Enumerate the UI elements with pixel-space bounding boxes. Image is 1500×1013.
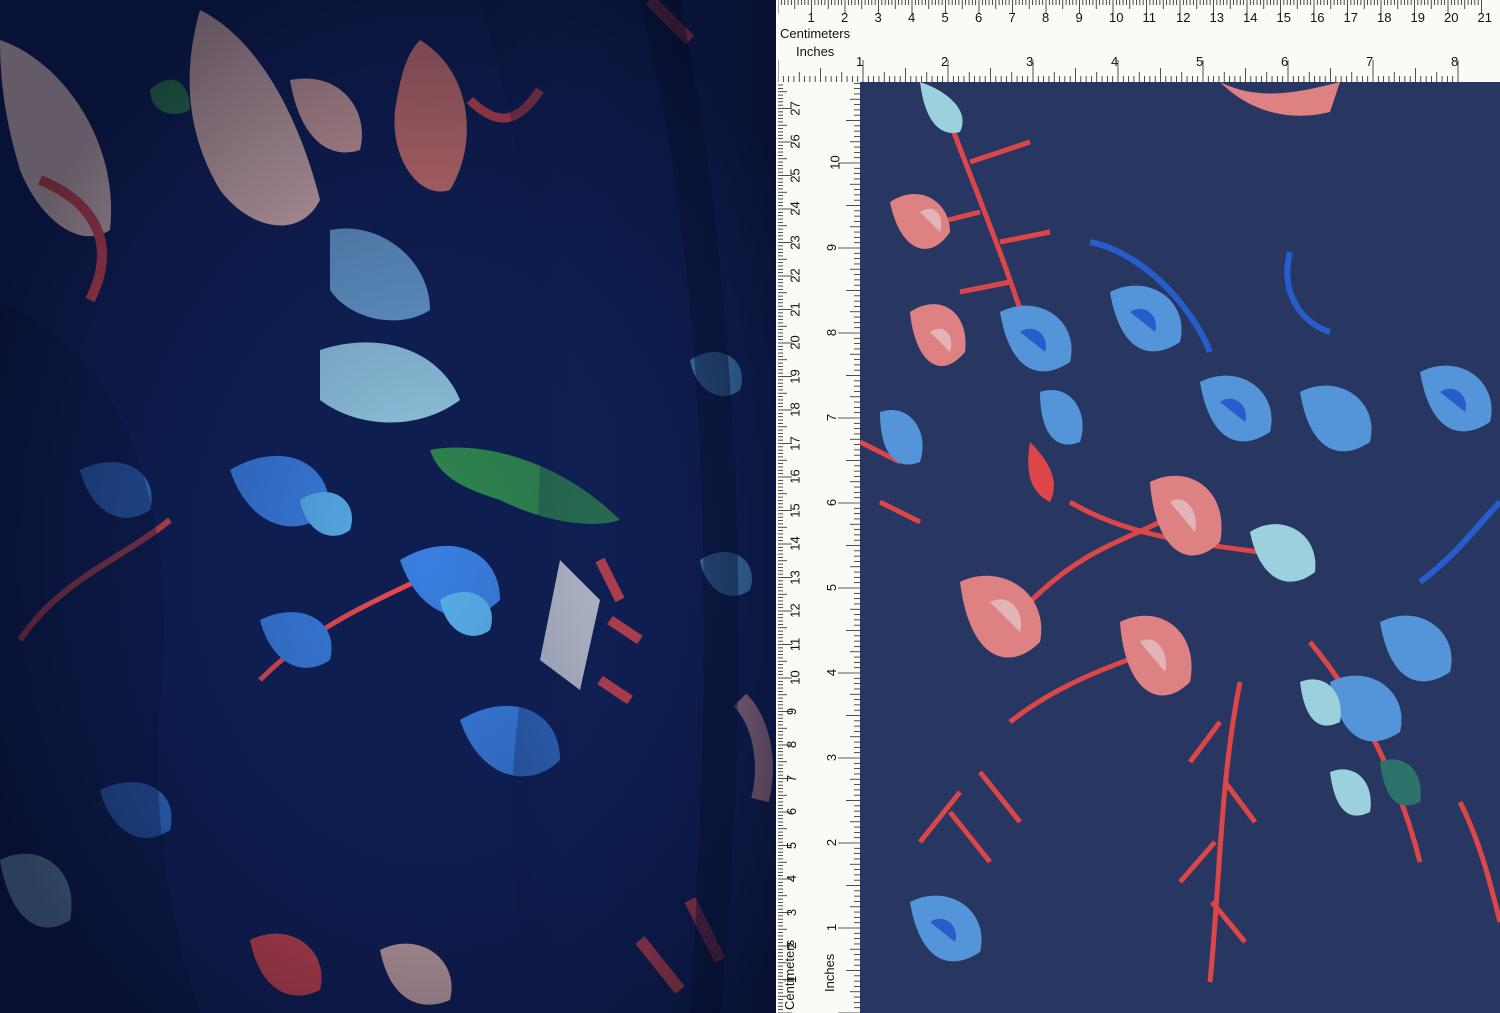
ruler-side-cm-number: 3 [784, 908, 800, 916]
ruler-side-cm-number: 5 [784, 841, 800, 849]
ruler-in-label-side: Inches [822, 953, 837, 992]
ruler-side-cm-number: 24 [787, 201, 803, 216]
ruler-side-cm-number: 7 [784, 774, 800, 782]
ruler-side-in-number: 1 [824, 923, 840, 932]
ruler-cm-label-top: Centimeters [780, 26, 851, 41]
ruler-side-cm-number: 10 [787, 670, 803, 685]
ruler-side-in-number: 2 [824, 838, 840, 847]
ruler-top-in-number: 7 [1366, 54, 1374, 69]
ruler-side: 27 26 25 24 23 22 21 20 19 18 17 16 15 14 13 12 11 10 9 8 7 6… [778, 82, 861, 1013]
ruler-side-cm-number: 11 [787, 637, 803, 651]
ruler-top-cm-number: 2 [841, 10, 849, 25]
ruler-side-cm-number: 6 [784, 807, 800, 816]
ruler-top-cm-number: 5 [941, 10, 949, 25]
ruler-side-cm-number: 16 [787, 469, 803, 484]
ruler-top-cm-number: 10 [1109, 10, 1124, 25]
ruler-side-in-number: 9 [824, 243, 840, 252]
ruler-side-cm-number: 21 [787, 301, 803, 317]
ruler-side-in-number: 6 [824, 498, 840, 507]
ruler-top-cm-number: 6 [975, 10, 983, 25]
ruler-top-cm-number: 11 [1142, 10, 1157, 25]
ruler-top-cm-number: 3 [874, 10, 882, 25]
ruler-top-cm-number: 16 [1310, 10, 1325, 25]
ruler-side-in-number: 4 [824, 668, 840, 677]
ruler-side-cm-number: 23 [787, 234, 803, 250]
ruler-top-in-number: 6 [1281, 54, 1289, 69]
ruler-top-cm-number: 15 [1276, 10, 1291, 25]
ruler-side-cm-number: 8 [784, 740, 800, 749]
ruler-top-cm-number: 12 [1176, 10, 1191, 25]
flat-fabric-art [860, 82, 1500, 1013]
ruler-top-cm-number: 7 [1008, 10, 1016, 25]
ruler-top-in-number: 4 [1111, 54, 1119, 69]
ruler-side-cm-number: 4 [784, 874, 800, 883]
ruler-top-cm-number: 17 [1343, 10, 1358, 25]
ruler-top-in-number: 2 [941, 54, 949, 69]
ruler-top-in-number: 8 [1451, 54, 1459, 69]
ruler-in-label-top: Inches [796, 44, 835, 59]
ruler-top-in-number: 5 [1196, 54, 1204, 69]
ruler-side-in-number: 7 [824, 413, 840, 422]
ruler-side-in-number: 10 [827, 155, 843, 170]
ruler-top-cm-number: 9 [1075, 10, 1083, 25]
ruler-top-cm-number: 8 [1042, 10, 1050, 25]
ruler-top-in-number: 1 [856, 54, 864, 69]
ruler-side-cm-number: 17 [787, 435, 803, 451]
ruler-top-cm-number: 1 [807, 10, 815, 25]
ruler-side-in-number: 8 [824, 328, 840, 337]
draped-fabric-art [0, 0, 776, 1013]
ruler-side-cm-number: 13 [787, 569, 803, 585]
ruler-side-cm-number: 19 [787, 368, 803, 384]
ruler-side-cm-number: 14 [787, 536, 803, 551]
ruler-top-cm-number: 20 [1444, 10, 1459, 25]
draped-fabric-photo [0, 0, 776, 1013]
ruler-side-cm-number: 12 [787, 603, 803, 618]
flat-fabric-swatch [860, 82, 1500, 1013]
ruler-top-in-number: 3 [1026, 54, 1034, 69]
ruler-cm-label-side: Centimeters [782, 939, 797, 1010]
ruler-side-in-number: 5 [824, 583, 840, 592]
ruler-top-cm-number: 21 [1477, 10, 1492, 25]
ruler-top-cm-number: 14 [1243, 10, 1258, 25]
ruler-side-cm-number: 18 [787, 402, 803, 417]
ruler-side-cm-number: 25 [787, 167, 803, 183]
ruler-side-cm-number: 9 [784, 707, 800, 715]
ruler-top-ticks [778, 0, 1482, 82]
ruler-top-cm-number: 4 [908, 10, 916, 25]
ruler-side-cm-number: 22 [787, 268, 803, 283]
ruler-side-cm-number: 15 [787, 502, 803, 518]
ruler-side-cm-number: 27 [787, 100, 803, 116]
ruler-top-cm-number: 13 [1209, 10, 1224, 25]
ruler-side-cm-number: 20 [787, 335, 803, 350]
ruler-side-in-number: 3 [824, 753, 840, 762]
ruler-top-cm-number: 19 [1410, 10, 1425, 25]
ruler-top-cm-number: 18 [1377, 10, 1392, 25]
ruler-side-cm-number: 26 [787, 134, 803, 149]
ruler-top: Centimeters Inches 1 2 3 4 5 6 7 8 9 10 11 12 13 14 15… [778, 0, 1500, 83]
